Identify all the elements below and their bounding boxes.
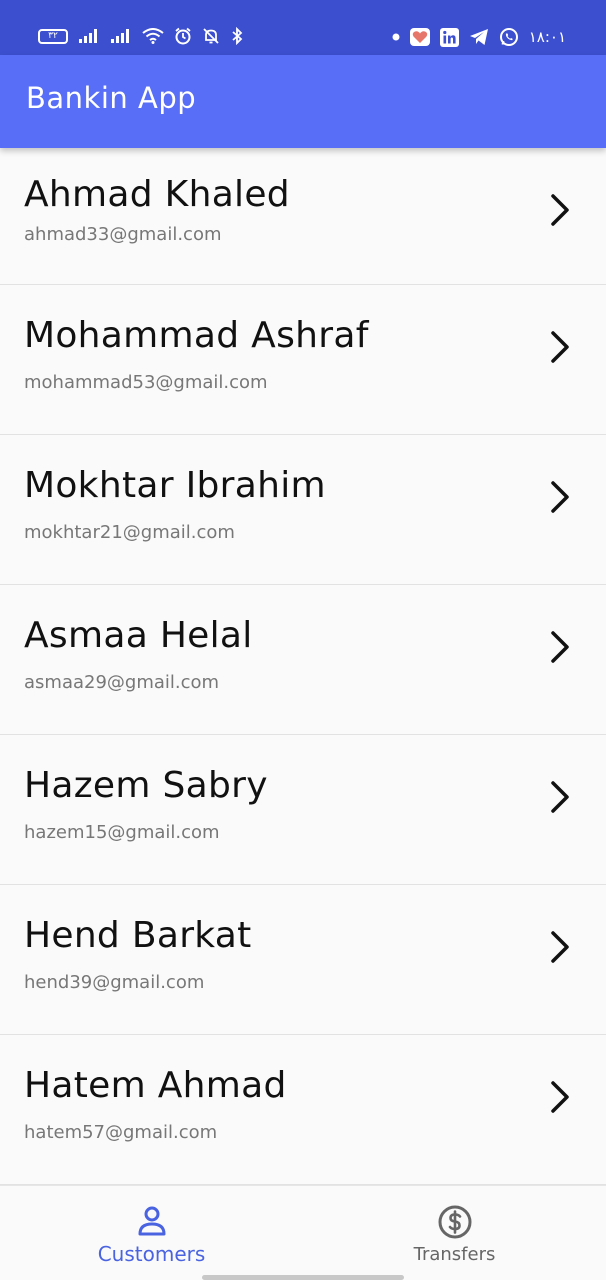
- customer-row[interactable]: Ahmad Khaled ahmad33@gmail.com: [0, 148, 606, 285]
- status-right-icons: ١٨:٠١: [392, 27, 566, 47]
- nav-customers-label: Customers: [97, 1242, 206, 1266]
- customer-name: Hatem Ahmad: [24, 1065, 287, 1106]
- nav-customers[interactable]: Customers: [0, 1186, 303, 1280]
- customer-name: Asmaa Helal: [24, 615, 253, 656]
- chevron-right-icon[interactable]: [548, 930, 572, 964]
- whatsapp-icon: [499, 27, 519, 47]
- chevron-right-icon[interactable]: [548, 780, 572, 814]
- bottom-nav: Customers Transfers: [0, 1185, 606, 1280]
- dot-icon: [392, 33, 400, 41]
- chevron-right-icon[interactable]: [548, 1080, 572, 1114]
- battery-icon: ٣٢: [38, 28, 68, 44]
- app-bar: Bankin App: [0, 55, 606, 148]
- telegram-icon: [469, 28, 489, 46]
- customer-list: Ahmad Khaled ahmad33@gmail.com Mohammad …: [0, 148, 606, 1185]
- dollar-circle-icon: [438, 1205, 471, 1239]
- customer-row[interactable]: Hazem Sabry hazem15@gmail.com: [0, 735, 606, 885]
- customer-row[interactable]: Mokhtar Ibrahim mokhtar21@gmail.com: [0, 435, 606, 585]
- customer-row[interactable]: Mohammad Ashraf mohammad53@gmail.com: [0, 285, 606, 435]
- customer-name: Hend Barkat: [24, 915, 252, 956]
- customer-email: asmaa29@gmail.com: [24, 672, 220, 693]
- bell-off-icon: [202, 27, 220, 45]
- signal-icon: [110, 28, 132, 44]
- signal-icon: [78, 28, 100, 44]
- nav-transfers-label: Transfers: [413, 1244, 496, 1265]
- chevron-right-icon[interactable]: [548, 480, 572, 514]
- customer-email: hend39@gmail.com: [24, 972, 205, 993]
- home-indicator: [202, 1275, 404, 1280]
- customer-name: Mohammad Ashraf: [24, 315, 369, 356]
- status-bar: ٣٢ ١٨:٠١: [0, 0, 606, 55]
- customer-row[interactable]: Hatem Ahmad hatem57@gmail.com: [0, 1035, 606, 1185]
- customer-email: hatem57@gmail.com: [24, 1122, 218, 1143]
- alarm-icon: [174, 27, 192, 45]
- customer-email: hazem15@gmail.com: [24, 822, 220, 843]
- nav-transfers[interactable]: Transfers: [303, 1186, 606, 1280]
- app-title: Bankin App: [26, 81, 197, 115]
- customer-name: Ahmad Khaled: [24, 174, 290, 215]
- chevron-right-icon[interactable]: [548, 630, 572, 664]
- status-left-icons: ٣٢: [38, 27, 244, 45]
- customer-name: Hazem Sabry: [24, 765, 268, 806]
- customer-email: ahmad33@gmail.com: [24, 224, 222, 245]
- linkedin-icon: [439, 27, 459, 47]
- person-icon: [138, 1206, 165, 1236]
- bluetooth-icon: [230, 27, 244, 45]
- customer-email: mokhtar21@gmail.com: [24, 522, 235, 543]
- customer-name: Mokhtar Ibrahim: [24, 465, 326, 506]
- customer-row[interactable]: Asmaa Helal asmaa29@gmail.com: [0, 585, 606, 735]
- chevron-right-icon[interactable]: [548, 330, 572, 364]
- heart-icon: [409, 28, 430, 46]
- chevron-right-icon[interactable]: [548, 193, 572, 227]
- status-time: ١٨:٠١: [528, 27, 566, 46]
- wifi-icon: [142, 28, 164, 44]
- customer-row[interactable]: Hend Barkat hend39@gmail.com: [0, 885, 606, 1035]
- customer-email: mohammad53@gmail.com: [24, 372, 268, 393]
